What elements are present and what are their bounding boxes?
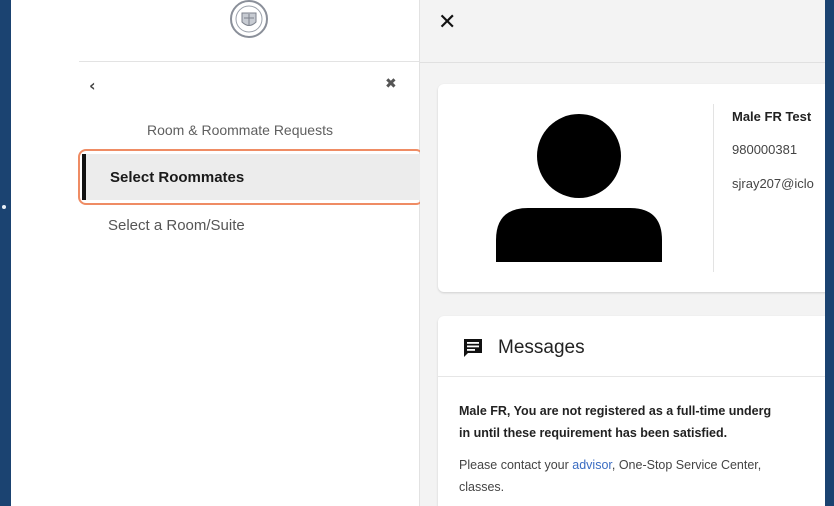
chevron-left-icon[interactable]: ‹: [89, 76, 96, 95]
messages-divider: [438, 376, 825, 377]
profile-name: Male FR Test: [732, 109, 812, 124]
profile-email: sjray207@iclo: [732, 176, 814, 191]
profile-id: 980000381: [732, 142, 798, 157]
sidebar-divider: [79, 61, 419, 62]
advisor-link[interactable]: advisor: [572, 458, 612, 472]
profile-card: Male FR Test 980000381 sjray207@iclo: [438, 84, 825, 292]
user-avatar-icon: [496, 114, 662, 262]
message-line: Male FR, You are not registered as a ful…: [459, 404, 772, 418]
messages-title: Messages: [498, 337, 585, 358]
close-icon[interactable]: ✖: [385, 76, 397, 92]
main-panel: ✕ Male FR Test 980000381 sjray207@iclo M…: [420, 0, 825, 506]
background-dot: [2, 205, 6, 209]
profile-divider: [713, 104, 714, 272]
university-seal-icon: [230, 0, 268, 38]
menu-item-select-roommates[interactable]: Select Roommates: [78, 149, 424, 205]
app-screenshot: ‹ ✖ Room & Roommate Requests Select Room…: [11, 0, 825, 506]
messages-card: Messages Male FR, You are not registered…: [438, 316, 825, 506]
message-line: classes.: [459, 480, 505, 494]
header-divider: [420, 62, 825, 63]
menu-item-select-room-suite[interactable]: Select a Room/Suite: [108, 217, 245, 234]
menu-heading: Room & Roommate Requests: [147, 122, 333, 138]
sidebar: ‹ ✖ Room & Roommate Requests Select Room…: [11, 0, 424, 506]
message-line: in until these requirement has been sati…: [459, 426, 728, 440]
menu-item-label: Select Roommates: [110, 169, 245, 186]
message-text: Please contact your: [459, 458, 573, 472]
message-icon: [464, 339, 482, 357]
message-line: Please contact your advisor, One-Stop Se…: [459, 458, 761, 472]
close-icon[interactable]: ✕: [438, 10, 456, 35]
message-text: , One-Stop Service Center,: [611, 458, 762, 472]
